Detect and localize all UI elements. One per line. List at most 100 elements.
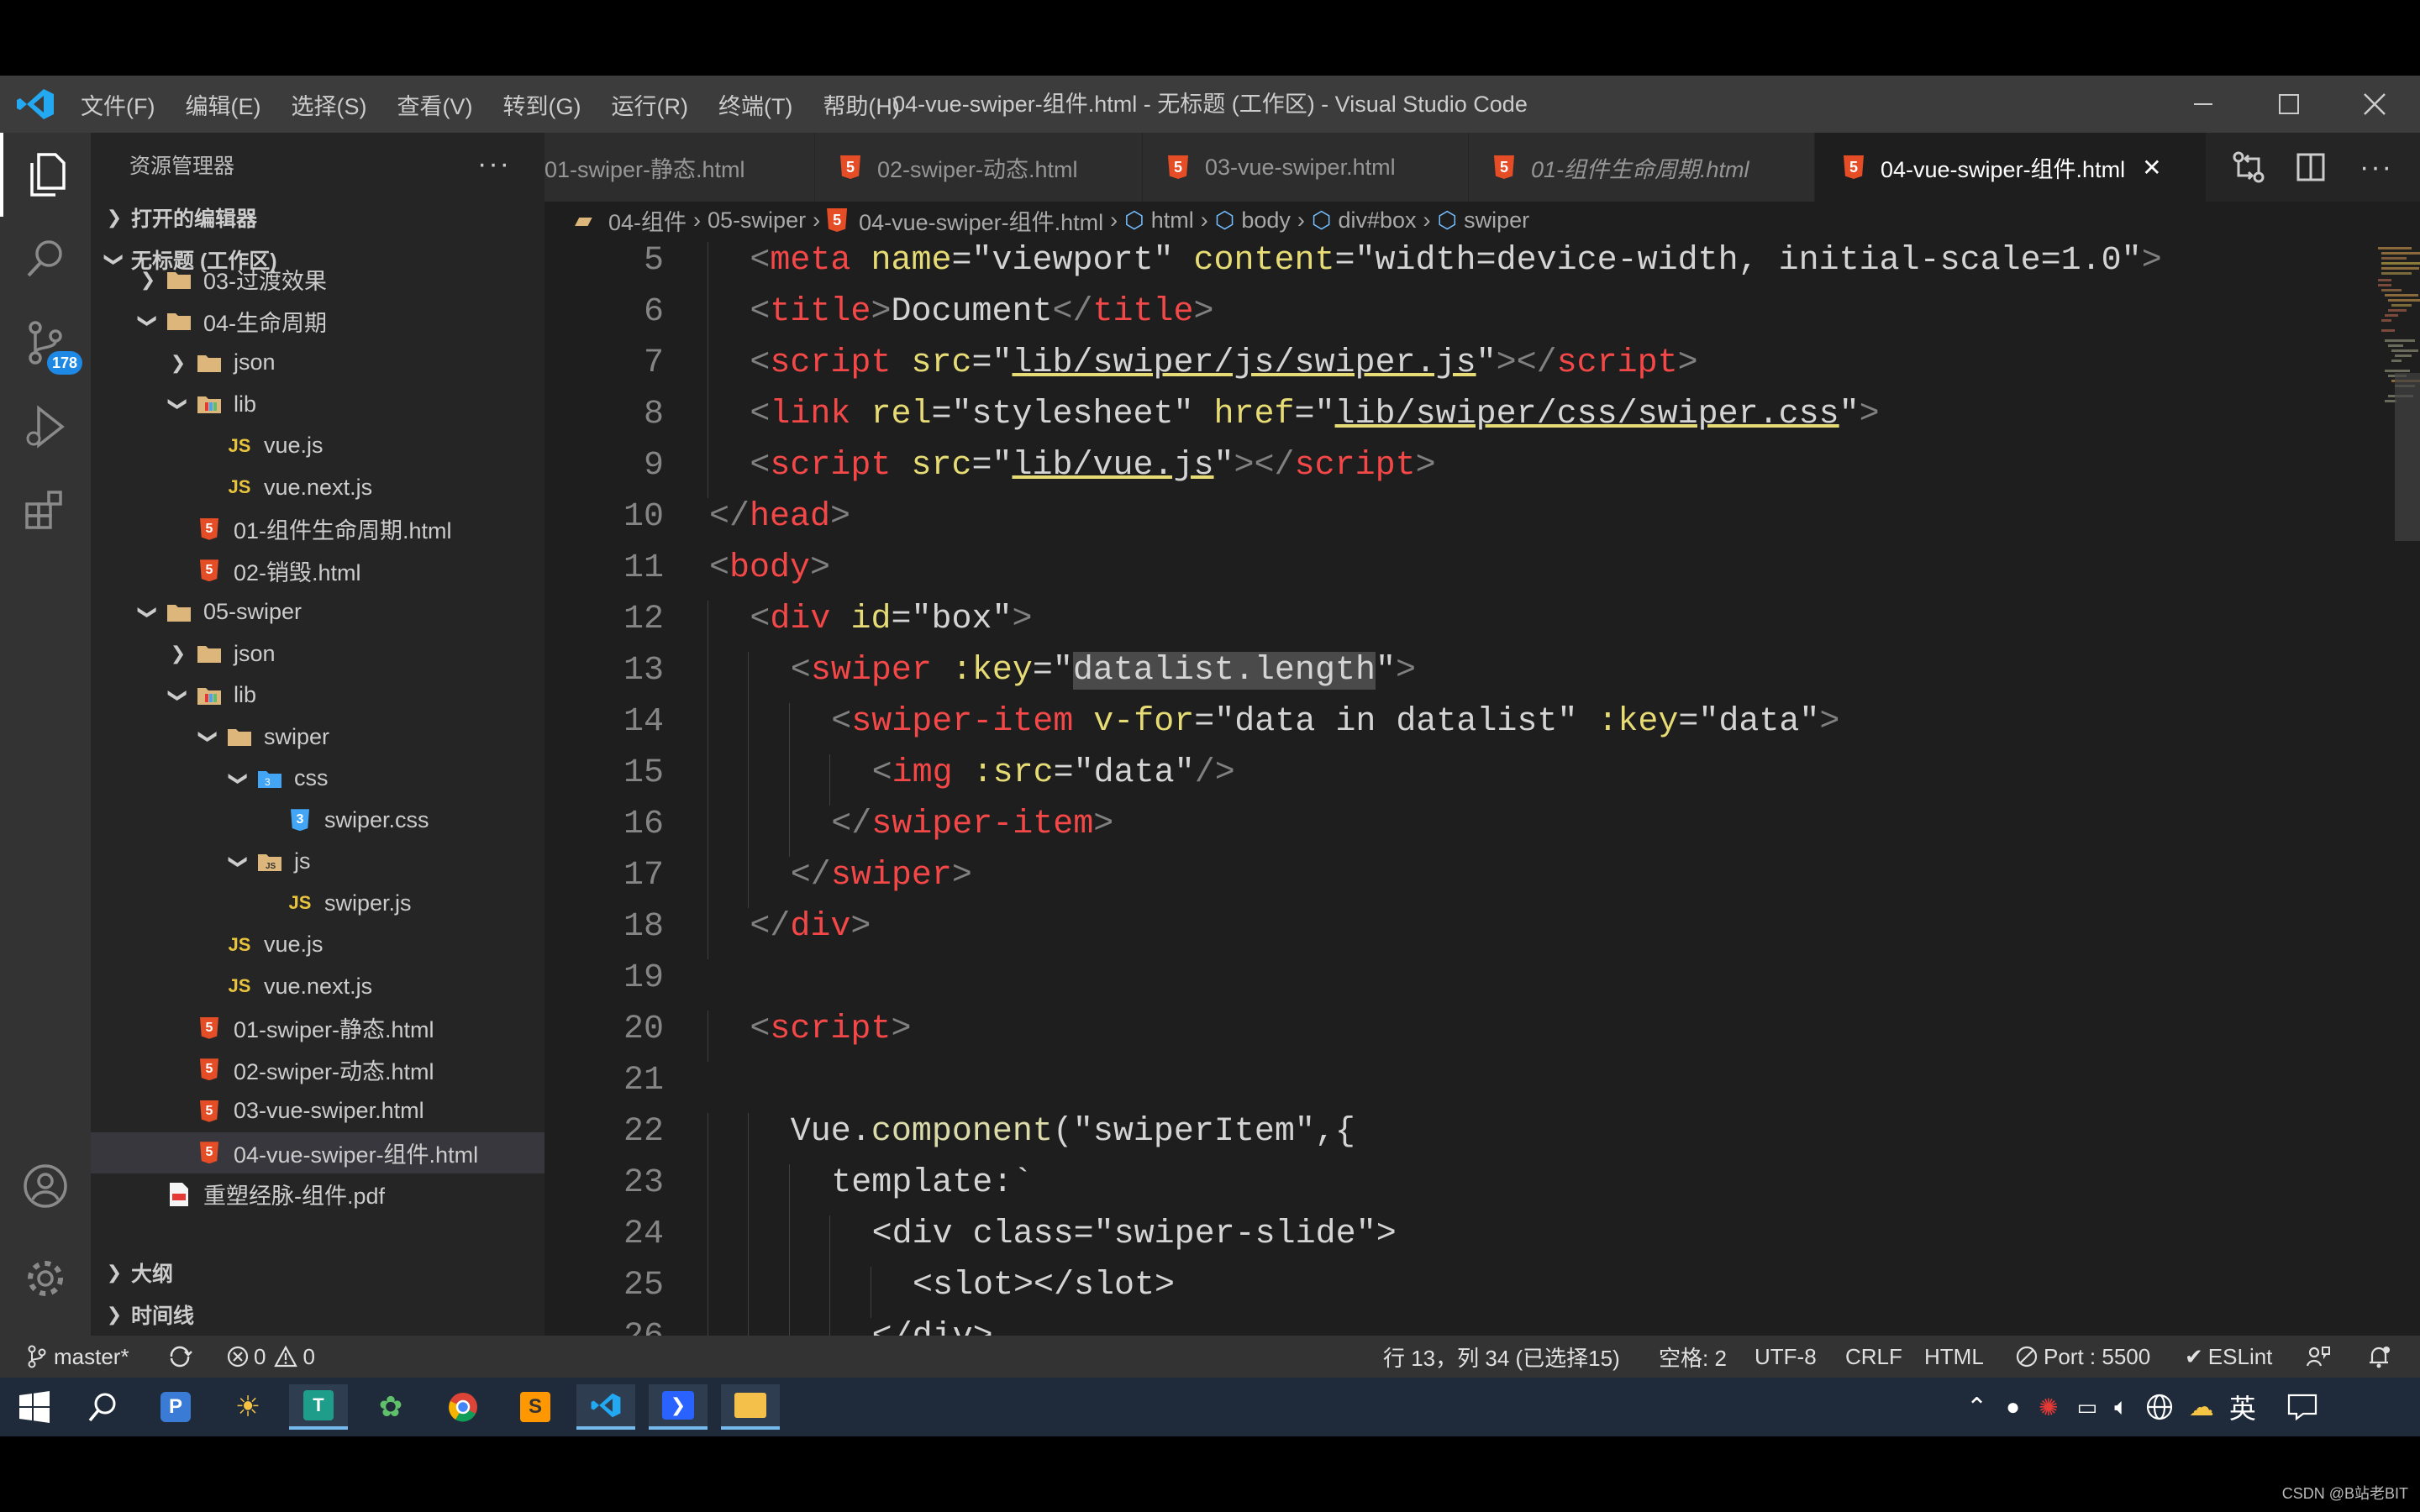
tree-folder[interactable]: ❯ lib	[91, 675, 544, 717]
code-line[interactable]: <swiper :key="datalist.length">	[791, 652, 1416, 690]
taskbar-app-vscode[interactable]	[576, 1384, 635, 1430]
code-line[interactable]: <meta name="viewport" content="width=dev…	[750, 242, 2161, 280]
run-debug-button[interactable]	[0, 385, 91, 469]
tree-file[interactable]: 3 swiper.css	[91, 800, 544, 842]
code-line[interactable]: </swiper>	[791, 857, 972, 895]
code-line[interactable]: <script src="lib/swiper/js/swiper.js"></…	[750, 344, 1697, 382]
tree-folder[interactable]: ❯ 3 css	[91, 758, 544, 800]
menu-item[interactable]: 运行(R)	[611, 88, 687, 121]
sync-button[interactable]	[166, 1336, 193, 1378]
cursor-position[interactable]: 行 13，列 34 (已选择15)	[1383, 1336, 1620, 1378]
close-window-button[interactable]	[2333, 76, 2417, 133]
code-line[interactable]: </div>	[750, 908, 871, 946]
menu-item[interactable]: 终端(T)	[718, 88, 792, 121]
minimize-button[interactable]	[2161, 76, 2245, 133]
breadcrumb-item[interactable]: div#box	[1338, 207, 1416, 234]
language-mode[interactable]: HTML	[1924, 1336, 1984, 1378]
outline-section[interactable]: ❯ 大纲	[91, 1252, 544, 1294]
tree-file[interactable]: 5 01-组件生命周期.html	[91, 508, 544, 550]
input-method-indicator[interactable]: 英	[2229, 1388, 2256, 1426]
tree-file[interactable]: 5 02-销毁.html	[91, 550, 544, 592]
menu-item[interactable]: 转到(G)	[502, 88, 581, 121]
code-line[interactable]: <body>	[709, 549, 830, 587]
vertical-scrollbar[interactable]	[2395, 373, 2420, 541]
taskbar-search-button[interactable]	[74, 1384, 133, 1430]
code-line[interactable]: </div>	[872, 1318, 993, 1336]
breadcrumb-item[interactable]: swiper	[1464, 207, 1529, 234]
code-line[interactable]: Vue.component("swiperItem",{	[791, 1113, 1355, 1151]
breadcrumb-item[interactable]: 05-swiper	[708, 207, 806, 234]
code-line[interactable]: <div class="swiper-slide">	[872, 1215, 1397, 1253]
action-center-icon[interactable]	[2286, 1393, 2318, 1421]
code-line[interactable]: </head>	[709, 498, 850, 536]
breadcrumb-item[interactable]: body	[1241, 207, 1291, 234]
tree-file[interactable]: JS swiper.js	[91, 883, 544, 925]
tab-02-swiper-dynamic[interactable]: 5 02-swiper-动态.html	[815, 133, 1143, 202]
extensions-button[interactable]	[0, 469, 91, 553]
explorer-button[interactable]	[0, 133, 91, 217]
tree-folder[interactable]: ❯ json	[91, 633, 544, 675]
problems-status[interactable]: 0 0	[227, 1336, 315, 1378]
menu-item[interactable]: 文件(F)	[81, 88, 155, 121]
eslint-status[interactable]: ✔ ESLint	[2185, 1336, 2272, 1378]
chevron-up-icon[interactable]: ⌃	[1966, 1393, 1987, 1422]
tree-folder[interactable]: ❯ JS js	[91, 841, 544, 883]
taskbar-app-explorer[interactable]	[721, 1384, 780, 1430]
more-tab-actions-icon[interactable]: ···	[2360, 151, 2393, 184]
compare-changes-icon[interactable]	[2232, 150, 2265, 184]
tree-file[interactable]: JS vue.js	[91, 425, 544, 467]
network-icon[interactable]	[2145, 1393, 2174, 1421]
feedback-button[interactable]	[2306, 1336, 2331, 1378]
battery-icon[interactable]: ▭	[2077, 1394, 2098, 1420]
start-button[interactable]	[5, 1384, 64, 1430]
tab-03-vue-swiper[interactable]: 5 03-vue-swiper.html	[1143, 133, 1469, 202]
tree-folder[interactable]: ❯ lib	[91, 384, 544, 426]
breadcrumb-item[interactable]: html	[1151, 207, 1194, 234]
tree-file[interactable]: JS vue.next.js	[91, 467, 544, 509]
tree-file[interactable]: 5 01-swiper-静态.html	[91, 1007, 544, 1049]
code-line[interactable]: <slot></slot>	[913, 1267, 1175, 1305]
accounts-button[interactable]	[0, 1144, 91, 1228]
tree-file[interactable]: 5 02-swiper-动态.html	[91, 1049, 544, 1091]
code-line[interactable]: <link rel="stylesheet" href="lib/swiper/…	[750, 396, 1879, 433]
tree-folder[interactable]: ❯ json	[91, 342, 544, 384]
tree-folder[interactable]: ❯ 05-swiper	[91, 591, 544, 633]
tab-01-component-lifecycle[interactable]: 5 01-组件生命周期.html	[1469, 133, 1815, 202]
tab-04-vue-swiper-component[interactable]: 5 04-vue-swiper-组件.html ✕	[1815, 133, 2207, 202]
eol-status[interactable]: CRLF	[1845, 1336, 1902, 1378]
more-actions-icon[interactable]: ···	[477, 148, 511, 181]
taskbar-app-powershell[interactable]: ❯	[649, 1384, 708, 1430]
split-editor-icon[interactable]	[2296, 152, 2326, 182]
tree-file[interactable]: JS vue.next.js	[91, 966, 544, 1008]
menu-item[interactable]: 查看(V)	[397, 88, 472, 121]
breadcrumb-item[interactable]: 04-组件	[608, 204, 687, 237]
source-control-button[interactable]: 178	[0, 301, 91, 385]
code-line[interactable]: <script src="lib/vue.js"></script>	[750, 447, 1435, 485]
menu-item[interactable]: 选择(S)	[291, 88, 366, 121]
tree-folder[interactable]: ❯ swiper	[91, 717, 544, 759]
taskbar-app-typora[interactable]: T	[289, 1384, 348, 1430]
tree-file[interactable]: 重塑经脉-组件.pdf	[91, 1173, 544, 1215]
close-tab-icon[interactable]: ✕	[2142, 154, 2161, 181]
code-line[interactable]: <img :src="data"/>	[872, 754, 1235, 792]
tree-file[interactable]: 5 04-vue-swiper-组件.html	[91, 1131, 544, 1173]
volume-icon[interactable]: 🔈︎	[2114, 1394, 2128, 1421]
live-server-status[interactable]: Port : 5500	[2015, 1336, 2150, 1378]
manage-button[interactable]	[0, 1236, 91, 1320]
code-line[interactable]: <title>Document</title>	[750, 293, 1213, 331]
taskbar-app-chrome[interactable]	[434, 1384, 492, 1430]
tree-folder[interactable]: ❯ 03-过渡效果	[91, 259, 544, 301]
notifications-button[interactable]	[2366, 1336, 2391, 1378]
breadcrumb-item[interactable]: 04-vue-swiper-组件.html	[859, 204, 1103, 237]
tree-file[interactable]: 5 03-vue-swiper.html	[91, 1090, 544, 1132]
code-line[interactable]: template:`	[831, 1164, 1033, 1202]
tree-folder[interactable]: ❯ 04-生命周期	[91, 301, 544, 343]
code-line[interactable]: <script>	[750, 1011, 911, 1048]
timeline-section[interactable]: ❯ 时间线	[91, 1294, 544, 1336]
microphone-icon[interactable]: ●	[2006, 1394, 2020, 1420]
maximize-button[interactable]	[2247, 76, 2331, 133]
search-button[interactable]	[0, 217, 91, 301]
code-line[interactable]: </swiper-item>	[831, 806, 1113, 843]
code-editor[interactable]: 5 <meta name="viewport" content="width=de…	[544, 239, 2420, 1336]
taskbar-app-sublime[interactable]: S	[506, 1384, 565, 1430]
